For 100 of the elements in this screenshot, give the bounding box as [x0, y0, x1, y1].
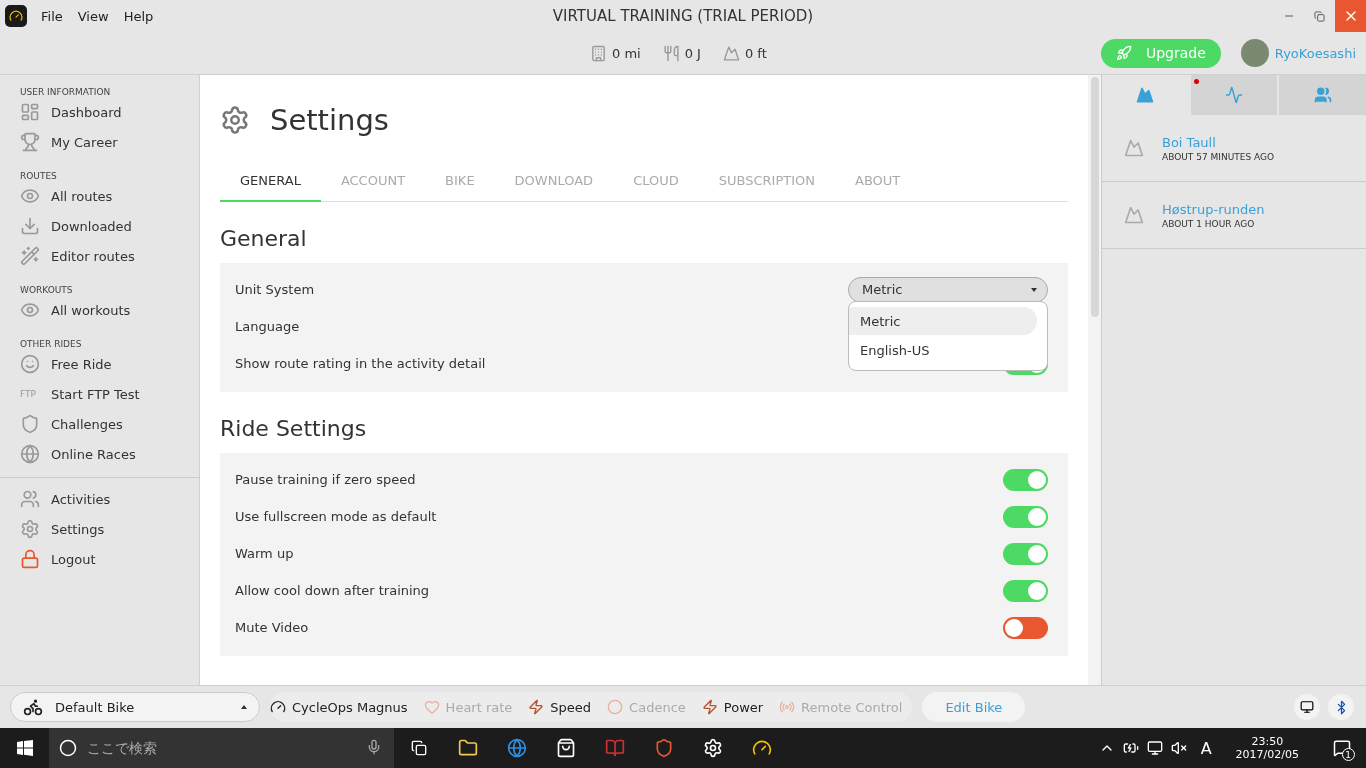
setting-label: Use fullscreen mode as default [235, 509, 437, 524]
setting-label: Allow cool down after training [235, 583, 430, 598]
folder-icon[interactable] [457, 738, 478, 758]
avatar[interactable] [1240, 39, 1269, 67]
sidebar-item[interactable]: My Career [51, 134, 118, 150]
sidebar-icon [20, 414, 40, 434]
ime-indicator[interactable]: A [1200, 738, 1212, 758]
sidebar-icon [20, 216, 40, 236]
globe-icon[interactable] [506, 738, 527, 758]
search-field[interactable]: ここで検索 [49, 728, 394, 768]
device-button[interactable] [1294, 694, 1320, 720]
dropdown-option[interactable]: Metric [849, 307, 1037, 335]
sidebar-item[interactable]: All routes [51, 188, 113, 204]
sidebar-item[interactable]: Free Ride [51, 356, 112, 372]
sidebar-icon [20, 300, 40, 320]
settings-icon[interactable] [702, 738, 723, 758]
rocket-icon [1115, 45, 1132, 61]
trainer-name: CycleOps Magnus [292, 699, 408, 715]
sidebar-icon [20, 354, 40, 374]
bluetooth-button[interactable] [1328, 694, 1354, 720]
select-field[interactable]: Metric [848, 276, 1048, 303]
toggle-switch[interactable] [1003, 505, 1048, 528]
fork-knife-icon [662, 44, 680, 62]
sidebar-icon [20, 186, 40, 206]
section-title: Ride Settings [220, 416, 368, 441]
setting-label: Mute Video [235, 620, 309, 635]
task-view-icon[interactable] [410, 740, 427, 756]
people-icon [1313, 86, 1332, 104]
sidebar-item[interactable]: Settings [51, 521, 105, 537]
sidebar-item[interactable]: Editor routes [51, 248, 135, 264]
notification-count: 1 [1341, 748, 1355, 761]
toggle-switch[interactable] [1003, 579, 1048, 602]
sensor-icon [779, 699, 796, 715]
menu-item[interactable]: File [41, 8, 63, 24]
settings-tab[interactable]: GENERAL [220, 163, 321, 202]
toggle-switch[interactable] [1003, 616, 1048, 639]
section-heading: ROUTES [19, 170, 58, 181]
sensor-icon [607, 699, 624, 715]
sensor-status[interactable]: Power [701, 699, 764, 715]
gauge-icon[interactable] [751, 738, 772, 758]
sensor-icon [423, 699, 440, 715]
battery-icon[interactable] [1122, 740, 1139, 756]
page-title: Settings [270, 103, 389, 137]
setting-label: Pause training if zero speed [235, 472, 416, 487]
sidebar-icon [20, 102, 40, 122]
section-heading: WORKOUTS [19, 284, 74, 295]
sidebar-icon [20, 549, 40, 569]
setting-label: Warm up [235, 546, 294, 561]
section-title: General [220, 226, 308, 251]
windows-icon [16, 740, 33, 756]
ftp-label: FTP [20, 389, 37, 399]
mountain-icon [722, 44, 740, 62]
mountain-icon [1124, 138, 1144, 158]
mute-icon[interactable] [1170, 740, 1187, 756]
window-title: VIRTUAL TRAINING (TRIAL PERIOD) [552, 7, 814, 25]
stat-value: 0 ft [744, 45, 767, 61]
settings-icon [220, 105, 250, 135]
sidebar-item[interactable]: Online Races [51, 446, 136, 462]
notification-icon[interactable] [1332, 739, 1351, 757]
mountain-icon [1124, 205, 1144, 225]
menu-item[interactable]: Help [123, 8, 154, 24]
sidebar-item[interactable]: All workouts [51, 302, 131, 318]
setting-label: Unit System [235, 282, 315, 297]
activity-item[interactable]: Boi Taull ABOUT 57 MINUTES AGO [1102, 115, 1366, 182]
bike-select[interactable]: Default Bike [10, 692, 260, 722]
sidebar-icon [20, 489, 40, 509]
monitor-icon [1300, 700, 1314, 714]
activity-item[interactable]: Høstrup-runden ABOUT 1 HOUR AGO [1102, 182, 1366, 249]
scrollbar-thumb[interactable] [1090, 77, 1099, 317]
mountain-icon [1136, 86, 1155, 104]
activity-time: ABOUT 1 HOUR AGO [1162, 218, 1256, 229]
sidebar-item[interactable]: Activities [51, 491, 111, 507]
toggle-switch[interactable] [1003, 468, 1048, 491]
network-icon[interactable] [1146, 740, 1163, 756]
sidebar-item[interactable]: Logout [51, 551, 96, 567]
sidebar-icon [20, 444, 40, 464]
book-icon[interactable] [604, 738, 625, 758]
section-heading: OTHER RIDES [19, 338, 83, 349]
clock[interactable]: 23:50 2017/02/05 [1235, 735, 1299, 761]
sidebar-item[interactable]: Start FTP Test [51, 386, 140, 402]
bag-icon[interactable] [555, 738, 576, 758]
sensor-icon [528, 699, 545, 715]
activity-time: ABOUT 57 MINUTES AGO [1162, 151, 1275, 162]
sidebar-item[interactable]: Downloaded [51, 218, 132, 234]
pulse-icon [1225, 86, 1243, 104]
menu-item[interactable]: View [77, 8, 109, 24]
dropdown-option[interactable]: English-US [849, 336, 1037, 364]
sensor-icon [701, 699, 718, 715]
sensor-status[interactable]: Speed [528, 699, 592, 715]
microphone-icon[interactable] [366, 739, 382, 755]
circle-icon [59, 739, 77, 757]
sidebar-icon [20, 519, 40, 539]
sidebar-item[interactable]: Dashboard [51, 104, 122, 120]
toggle-switch[interactable] [1003, 542, 1048, 565]
sidebar-icon [20, 132, 40, 152]
stat-value: 0 J [684, 45, 701, 61]
bike-icon [23, 697, 43, 717]
sidebar-item[interactable]: Challenges [51, 416, 123, 432]
restore-icon [1314, 10, 1325, 22]
section-heading: USER INFORMATION [19, 86, 112, 97]
